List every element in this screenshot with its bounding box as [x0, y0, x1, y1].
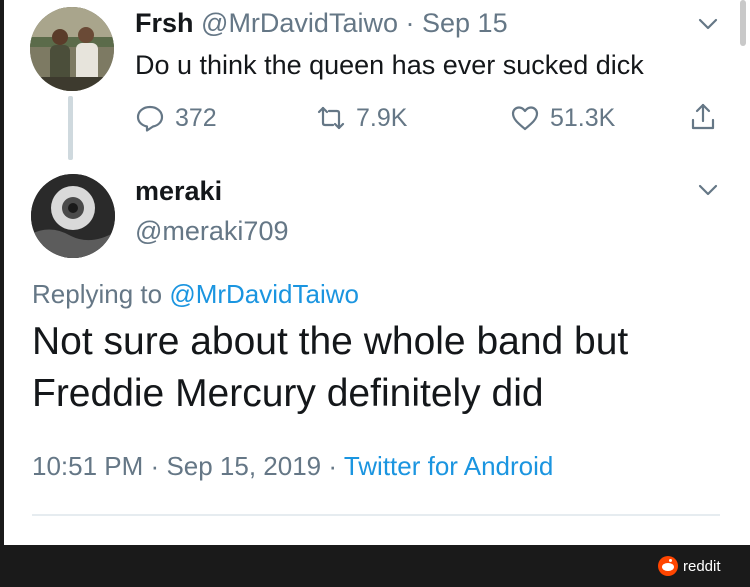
reply-count: 372	[175, 103, 217, 132]
tweet-1-author-handle[interactable]: @MrDavidTaiwo	[201, 8, 398, 38]
scrollbar-thumb[interactable]	[740, 0, 746, 46]
reddit-watermark-label: reddit	[683, 557, 721, 575]
reply-icon	[136, 105, 164, 132]
watermark-bar	[0, 545, 750, 587]
tweet-1-header: Frsh @MrDavidTaiwo · Sep 15	[135, 8, 508, 39]
share-button[interactable]	[688, 102, 718, 132]
image-frame-edge	[0, 0, 4, 545]
like-count: 51.3K	[550, 103, 616, 132]
like-button[interactable]: 51.3K	[510, 103, 615, 133]
tweet-2-time[interactable]: 10:51 PM	[32, 451, 143, 481]
reply-button[interactable]: 372	[135, 103, 217, 133]
tweet-2-separator-1: ·	[150, 451, 160, 481]
like-icon	[511, 106, 539, 131]
chevron-down-icon[interactable]	[696, 178, 720, 202]
replying-to-line: Replying to @MrDavidTaiwo	[32, 279, 359, 310]
chevron-down-icon[interactable]	[696, 12, 720, 36]
avatar-frsh[interactable]	[30, 7, 114, 91]
tweet-1-author-name[interactable]: Frsh	[135, 8, 194, 38]
tweet-1-date[interactable]: Sep 15	[422, 8, 508, 38]
avatar-meraki[interactable]	[31, 174, 115, 258]
tweet-2-separator-2: ·	[328, 451, 338, 481]
tweet-2-meta: 10:51 PM · Sep 15, 2019 · Twitter for An…	[32, 451, 553, 482]
tweet-1-separator: ·	[405, 8, 415, 38]
tweet-2-text: Not sure about the whole band but Freddi…	[32, 320, 629, 415]
divider	[32, 514, 720, 516]
tweet-2-source[interactable]: Twitter for Android	[344, 451, 554, 481]
share-icon	[691, 103, 715, 130]
replying-to-mention[interactable]: @MrDavidTaiwo	[169, 279, 359, 309]
reddit-logo-icon	[658, 556, 678, 576]
thread-connector-line	[68, 96, 73, 160]
tweet-2-author-handle[interactable]: @meraki709	[135, 216, 288, 247]
retweet-icon	[317, 106, 345, 130]
replying-to-label: Replying to	[32, 279, 163, 309]
retweet-button[interactable]: 7.9K	[316, 103, 407, 133]
retweet-count: 7.9K	[356, 103, 408, 132]
tweet-2-author-name[interactable]: meraki	[135, 176, 222, 207]
reddit-watermark: reddit	[658, 556, 721, 576]
tweet-1-text: Do u think the queen has ever sucked dic…	[135, 50, 644, 80]
tweet-2-date[interactable]: Sep 15, 2019	[166, 451, 321, 481]
